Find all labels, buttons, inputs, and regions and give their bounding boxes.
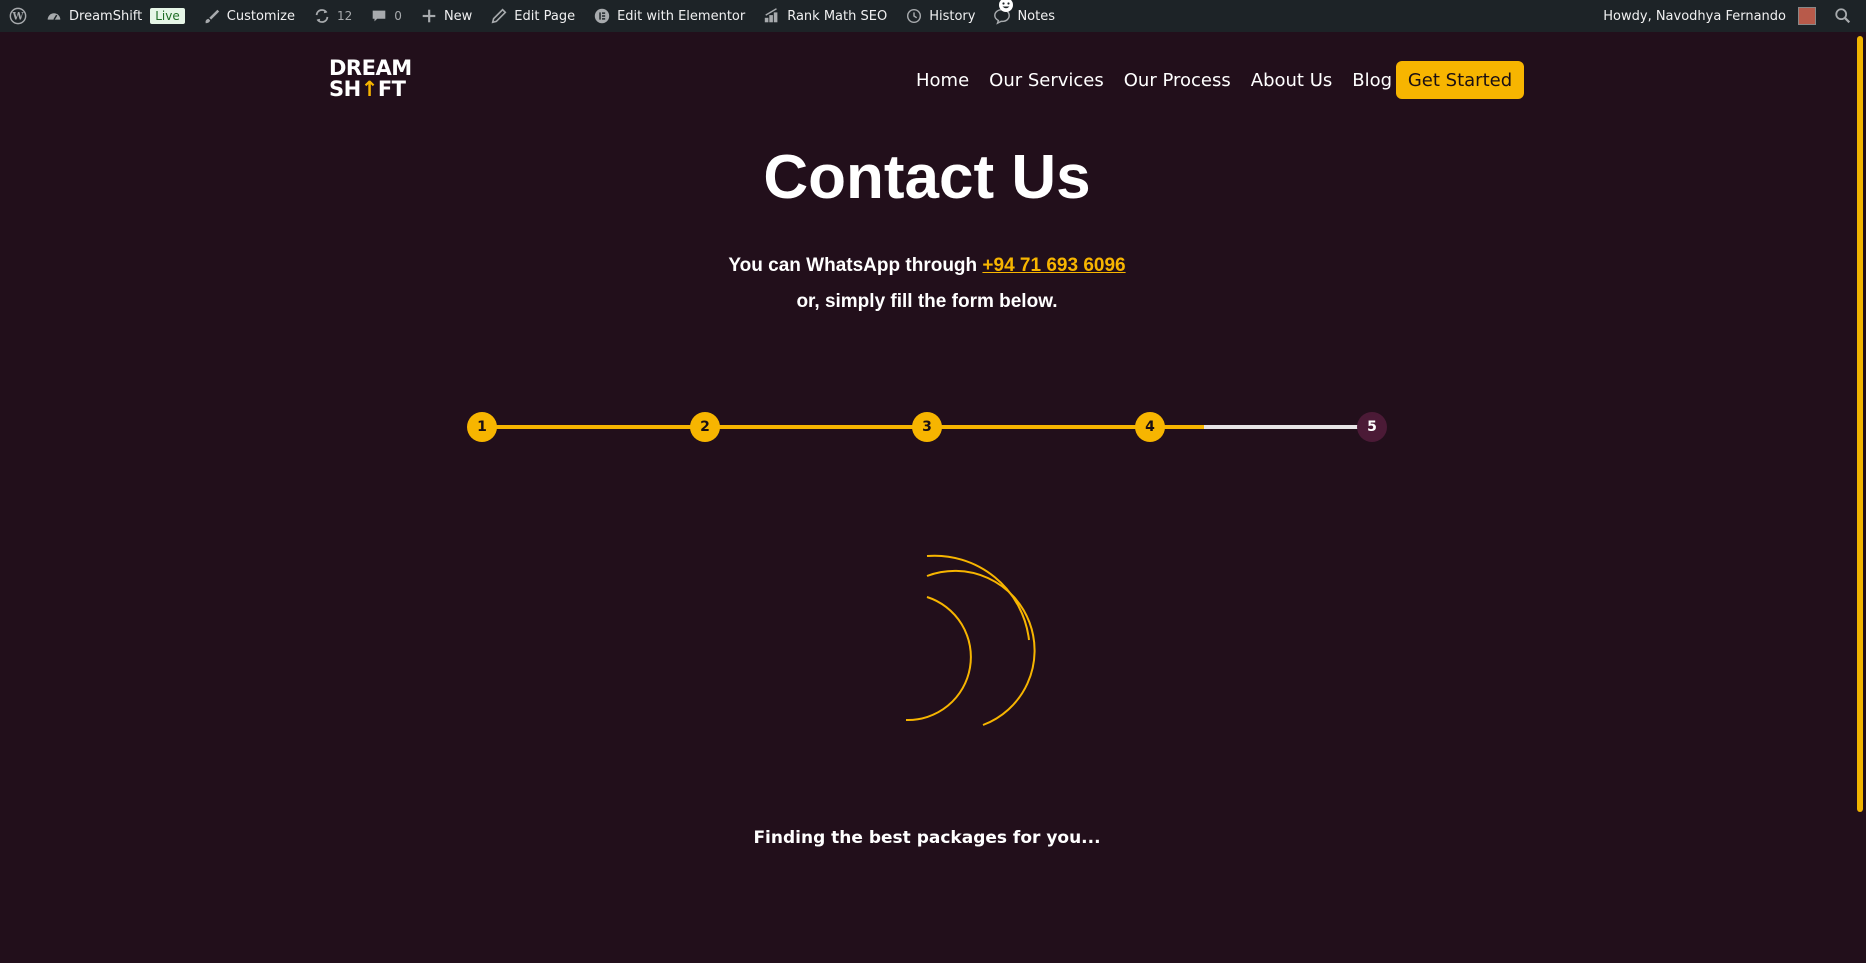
rank-math-button[interactable]: Rank Math SEO bbox=[754, 0, 896, 32]
wp-admin-bar: W DreamShift Live Customize 12 0 New Edi… bbox=[0, 0, 1866, 32]
rank-math-label: Rank Math SEO bbox=[787, 8, 888, 24]
comments-count: 0 bbox=[394, 9, 402, 23]
nav-about-us[interactable]: About Us bbox=[1251, 70, 1333, 91]
edit-elementor-button[interactable]: Edit with Elementor bbox=[584, 0, 754, 32]
edit-page-button[interactable]: Edit Page bbox=[481, 0, 584, 32]
live-badge: Live bbox=[150, 8, 185, 24]
svg-text:W: W bbox=[11, 12, 24, 23]
customize-label: Customize bbox=[226, 8, 296, 24]
emoji-face-icon bbox=[998, 0, 1014, 13]
whatsapp-phone-link[interactable]: +94 71 693 6096 bbox=[982, 255, 1125, 276]
loading-message: Finding the best packages for you... bbox=[753, 828, 1101, 848]
rank-math-icon bbox=[763, 7, 781, 25]
logo-arrow-icon: ↑ bbox=[360, 77, 379, 101]
step-1: 1 bbox=[467, 412, 497, 442]
edit-elementor-label: Edit with Elementor bbox=[617, 8, 746, 24]
howdy-label: Howdy, Navodhya Fernando bbox=[1603, 8, 1786, 24]
elementor-icon bbox=[593, 7, 611, 25]
updates-button[interactable]: 12 bbox=[304, 0, 361, 32]
brush-icon bbox=[203, 7, 221, 25]
progress-track-completed bbox=[482, 425, 1204, 429]
avatar bbox=[1798, 7, 1816, 25]
main-nav: Home Our Services Our Process About Us B… bbox=[916, 70, 1392, 91]
nav-blog[interactable]: Blog bbox=[1352, 70, 1392, 91]
history-label: History bbox=[929, 8, 976, 24]
admin-search-button[interactable] bbox=[1825, 0, 1866, 32]
dashboard-icon bbox=[45, 7, 63, 25]
comments-button[interactable]: 0 bbox=[361, 0, 411, 32]
new-label: New bbox=[443, 8, 473, 24]
spinner-arc-middle bbox=[926, 569, 1036, 726]
new-content-button[interactable]: New bbox=[411, 0, 481, 32]
logo-line-1: DREAM bbox=[329, 56, 412, 80]
nav-home[interactable]: Home bbox=[916, 70, 969, 91]
page-scrollbar[interactable] bbox=[1857, 36, 1863, 812]
customize-button[interactable]: Customize bbox=[194, 0, 304, 32]
logo-line-2: SH↑FT bbox=[329, 77, 406, 101]
wordpress-icon: W bbox=[9, 7, 27, 25]
step-2: 2 bbox=[690, 412, 720, 442]
form-instruction: or, simply fill the form below. bbox=[796, 291, 1058, 312]
updates-icon bbox=[313, 7, 331, 25]
history-button[interactable]: History bbox=[896, 0, 984, 32]
comment-icon bbox=[370, 7, 388, 25]
step-5: 5 bbox=[1357, 412, 1387, 442]
updates-count: 12 bbox=[337, 9, 353, 23]
progress-track-remaining bbox=[1204, 425, 1372, 429]
nav-our-process[interactable]: Our Process bbox=[1124, 70, 1231, 91]
search-icon bbox=[1834, 7, 1852, 25]
loading-spinner bbox=[905, 554, 1036, 726]
site-name-label: DreamShift bbox=[69, 8, 143, 24]
get-started-button[interactable]: Get Started bbox=[1396, 61, 1524, 99]
notes-label: Notes bbox=[1017, 8, 1055, 24]
whatsapp-line: You can WhatsApp through +94 71 693 6096 bbox=[0, 255, 1854, 277]
wordpress-logo-button[interactable]: W bbox=[0, 0, 36, 32]
plus-icon bbox=[420, 7, 438, 25]
spinner-arc-inner bbox=[905, 596, 972, 722]
notes-button[interactable]: Notes bbox=[984, 0, 1064, 32]
site-name-menu[interactable]: DreamShift Live bbox=[36, 0, 194, 32]
step-3: 3 bbox=[912, 412, 942, 442]
pencil-icon bbox=[490, 7, 508, 25]
history-icon bbox=[905, 7, 923, 25]
step-4: 4 bbox=[1135, 412, 1165, 442]
my-account-menu[interactable]: Howdy, Navodhya Fernando bbox=[1594, 0, 1825, 32]
page-title: Contact Us bbox=[763, 143, 1091, 212]
whatsapp-prefix: You can WhatsApp through bbox=[728, 255, 983, 276]
edit-page-label: Edit Page bbox=[514, 8, 576, 24]
nav-our-services[interactable]: Our Services bbox=[989, 70, 1104, 91]
site-logo[interactable]: DREAM SH↑FT bbox=[329, 56, 412, 101]
